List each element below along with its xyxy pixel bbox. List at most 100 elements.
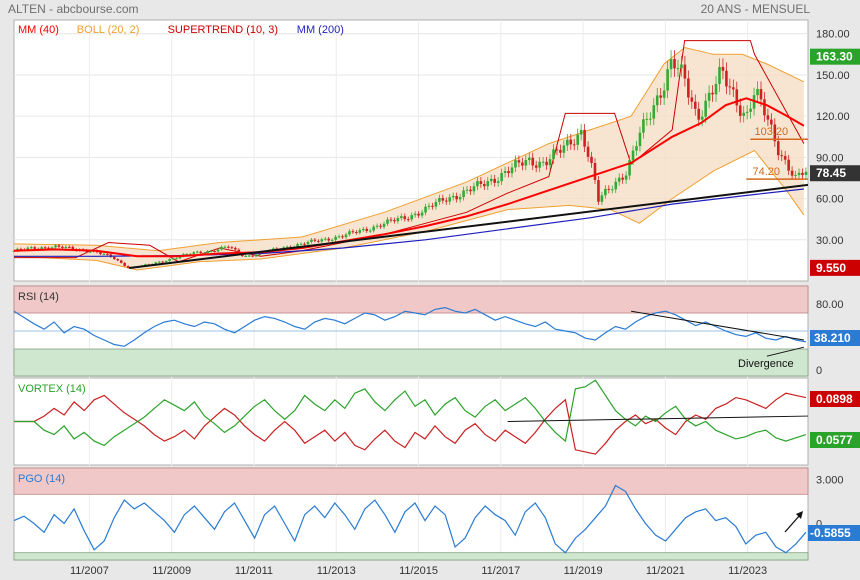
candle-up xyxy=(171,258,175,260)
candle-up xyxy=(88,251,92,253)
candle-up xyxy=(306,241,310,245)
candle-up xyxy=(375,225,379,227)
candle-down xyxy=(521,162,524,166)
candle-down xyxy=(116,259,120,261)
candle-up xyxy=(566,139,569,146)
candle-up xyxy=(666,69,669,91)
candle-down xyxy=(68,246,71,248)
candle-up xyxy=(334,236,337,240)
candle-down xyxy=(759,89,763,100)
candle-up xyxy=(330,239,334,241)
candle-down xyxy=(590,156,593,163)
candle-down xyxy=(119,260,123,263)
candle-down xyxy=(738,105,742,116)
candle-down xyxy=(728,86,732,88)
candle-up xyxy=(192,252,196,254)
candle-up xyxy=(489,178,493,182)
candle-down xyxy=(199,251,203,254)
candle-down xyxy=(683,64,687,79)
candle-down xyxy=(393,220,396,222)
candle-up xyxy=(579,129,583,135)
candle-up xyxy=(541,161,545,163)
candle-down xyxy=(572,144,576,146)
candle-up xyxy=(427,205,431,207)
candle-up xyxy=(714,83,718,95)
x-tick-label: 11/2011 xyxy=(235,565,273,577)
price-ytick-label: 60.00 xyxy=(816,194,844,206)
legend-entry: MM (200) xyxy=(297,24,344,36)
candle-down xyxy=(586,146,590,157)
candle-up xyxy=(631,150,635,161)
candle-up xyxy=(662,90,666,98)
candle-down xyxy=(621,177,624,180)
candle-down xyxy=(790,170,794,176)
candle-up xyxy=(451,195,455,198)
candle-up xyxy=(624,175,628,180)
candle-up xyxy=(247,255,251,257)
candle-up xyxy=(448,197,452,202)
candle-up xyxy=(472,186,476,192)
candle-up xyxy=(794,175,797,177)
candle-up xyxy=(462,190,465,198)
candle-up xyxy=(348,231,351,235)
candle-up xyxy=(642,119,645,133)
rsi-overbought-zone xyxy=(13,285,809,314)
candle-down xyxy=(593,162,597,181)
candle-up xyxy=(576,134,579,145)
candle-down xyxy=(126,265,130,268)
candle-up xyxy=(510,167,514,174)
candle-up xyxy=(700,116,704,120)
pgo-title: PGO (14) xyxy=(18,473,65,485)
candle-up xyxy=(655,95,659,106)
candle-up xyxy=(344,234,348,238)
candle-up xyxy=(704,100,707,117)
candle-down xyxy=(517,160,521,163)
pgo-high-zone xyxy=(13,467,809,495)
rsi-annotation: Divergence xyxy=(738,358,794,370)
candle-down xyxy=(406,219,410,221)
candle-down xyxy=(766,115,770,120)
candle-up xyxy=(527,157,531,160)
candle-down xyxy=(597,180,600,202)
candle-down xyxy=(389,219,393,221)
candle-up xyxy=(438,197,441,202)
candle-down xyxy=(479,181,483,185)
candle-down xyxy=(403,216,407,220)
rsi-ytick-label: 0 xyxy=(816,365,822,377)
candle-down xyxy=(112,256,116,260)
candle-down xyxy=(583,129,586,147)
candle-up xyxy=(216,249,220,252)
candle-up xyxy=(400,216,403,219)
chart-canvas: 180.00 150.00 120.00 90.00 60.00 30.00 11/2007… xyxy=(12,19,860,577)
candle-up xyxy=(64,246,68,249)
candle-up xyxy=(476,181,479,187)
candle-down xyxy=(693,101,697,109)
candle-up xyxy=(756,89,759,96)
candle-up xyxy=(804,171,808,176)
candle-down xyxy=(559,149,562,153)
candle-down xyxy=(673,59,676,69)
candle-up xyxy=(424,206,427,213)
candle-up xyxy=(396,218,400,222)
price-tag-label: 163.30 xyxy=(816,50,853,64)
pgo-ytick-label: 3.000 xyxy=(816,475,844,487)
candle-down xyxy=(234,247,237,250)
candle-up xyxy=(168,259,171,262)
candle-up xyxy=(413,213,417,216)
candle-up xyxy=(195,251,199,253)
price-ytick-label: 120.00 xyxy=(816,111,850,123)
price-ytick-label: 180.00 xyxy=(816,29,850,41)
x-tick-label: 11/2021 xyxy=(646,565,685,577)
candle-down xyxy=(213,251,216,253)
pgo-low-zone xyxy=(13,552,809,561)
candle-down xyxy=(227,246,230,248)
candle-down xyxy=(483,184,486,187)
candle-up xyxy=(742,112,745,116)
candle-down xyxy=(106,253,109,255)
candle-up xyxy=(420,212,424,216)
x-tick-label: 11/2023 xyxy=(728,565,767,577)
candle-up xyxy=(652,105,656,119)
candle-up xyxy=(310,239,313,242)
price-tag-label: 78.45 xyxy=(816,166,846,180)
candle-up xyxy=(458,197,462,200)
